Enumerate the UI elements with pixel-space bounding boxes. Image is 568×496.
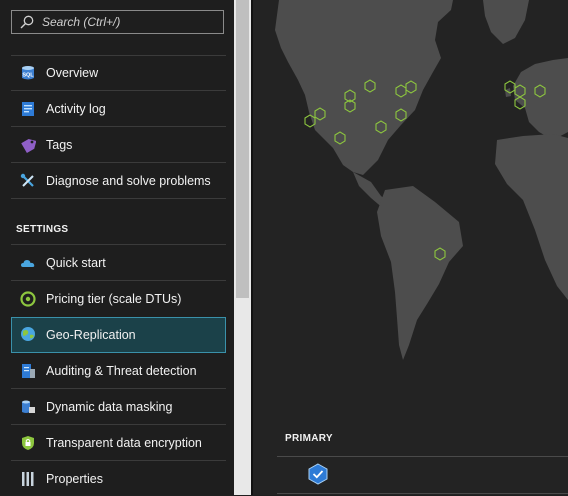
menu-item-transparent-data-encryption[interactable]: Transparent data encryption [11, 426, 226, 460]
divider [11, 90, 226, 91]
menu-item-label: Geo-Replication [46, 328, 136, 342]
divider [11, 126, 226, 127]
divider [277, 493, 568, 494]
wrench-icon [20, 173, 34, 187]
divider [11, 424, 226, 425]
menu-item-overview[interactable]: SQL Overview [11, 56, 226, 90]
divider [11, 460, 226, 461]
menu-item-tags[interactable]: Tags [11, 128, 226, 162]
divider [11, 244, 226, 245]
menu-item-label: Properties [46, 472, 103, 486]
menu-item-dynamic-data-masking[interactable]: Dynamic data masking [11, 390, 226, 424]
menu-item-label: Transparent data encryption [46, 436, 202, 450]
search-box[interactable] [11, 10, 224, 34]
divider [11, 388, 226, 389]
primary-column-header: PRIMARY [285, 433, 333, 444]
resource-menu: SQL Overview Activity log Tags Diagnose … [0, 0, 234, 495]
primary-checkmark-icon [308, 463, 328, 485]
divider [277, 456, 568, 457]
menu-item-label: Dynamic data masking [46, 400, 173, 414]
menu-item-label: Overview [46, 66, 99, 80]
svg-text:SQL: SQL [22, 73, 34, 79]
search-icon [20, 15, 34, 29]
map-land [275, 0, 568, 360]
data-masking-icon [22, 400, 35, 413]
world-map [275, 0, 568, 360]
menu-item-activity-log[interactable]: Activity log [11, 92, 226, 126]
tag-icon [21, 138, 36, 153]
menu-item-geo-replication[interactable]: Geo-Replication [11, 317, 226, 353]
cloud-icon [21, 260, 35, 267]
geo-replication-pane: PRIMARY [253, 0, 568, 495]
search-input[interactable] [42, 13, 217, 31]
sidebar-scrollbar-thumb[interactable] [236, 0, 249, 298]
menu-item-properties[interactable]: Properties [11, 462, 226, 496]
menu-item-label: Tags [46, 138, 73, 152]
gauge-icon [20, 291, 36, 307]
activity-log-icon [22, 102, 34, 116]
divider [11, 280, 226, 281]
audit-icon [22, 364, 35, 378]
menu-item-label: Quick start [46, 256, 106, 270]
properties-icon [22, 472, 34, 486]
menu-item-diagnose[interactable]: Diagnose and solve problems [11, 164, 226, 198]
sql-database-icon: SQL [22, 66, 34, 80]
menu-item-label: Auditing & Threat detection [46, 364, 197, 378]
menu-item-quick-start[interactable]: Quick start [11, 246, 226, 280]
globe-icon [21, 327, 35, 341]
menu-item-auditing[interactable]: Auditing & Threat detection [11, 354, 226, 388]
lock-shield-icon [22, 436, 34, 450]
menu-item-label: Activity log [46, 102, 106, 116]
section-header-settings: SETTINGS [16, 224, 69, 235]
divider [11, 162, 226, 163]
menu-item-label: Diagnose and solve problems [46, 174, 211, 188]
menu-item-label: Pricing tier (scale DTUs) [46, 292, 182, 306]
divider [11, 198, 226, 199]
menu-item-pricing-tier[interactable]: Pricing tier (scale DTUs) [11, 282, 226, 316]
